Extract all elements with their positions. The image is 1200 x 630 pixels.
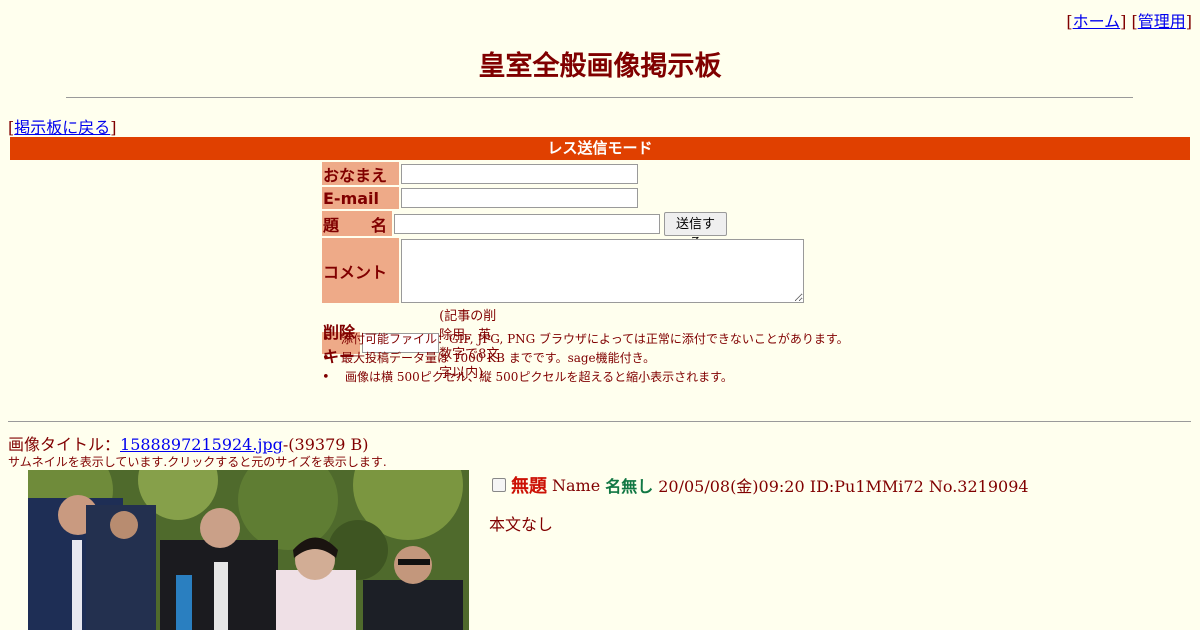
thumbnail-note: サムネイルを表示しています.クリックすると元のサイズを表示します. (8, 455, 387, 469)
subject-row: 題 名 送信する (322, 211, 728, 251)
rule-item: 画像は横 500ピクセル、縦 500ピクセルを超えると縮小表示されます。 (322, 368, 849, 387)
name-row: おなまえ (322, 162, 638, 185)
comment-label: コメント (322, 238, 399, 303)
divider (8, 421, 1191, 422)
rule-item: 最大投稿データ量は 1000 KB までです。sage機能付き。 (322, 349, 849, 368)
email-field[interactable] (401, 188, 638, 208)
rule-item: 添付可能ファイル：GIF, JPG, PNG ブラウザによっては正常に添付できな… (322, 330, 849, 349)
back-to-board-link[interactable]: 掲示板に戻る (14, 118, 110, 137)
post-body: 本文なし (489, 515, 554, 534)
image-file-link[interactable]: 1588897215924.jpg (120, 435, 283, 454)
subject-label: 題 名 (322, 211, 393, 236)
thumbnail-photo (28, 470, 469, 630)
email-label: E-mail (322, 187, 399, 209)
email-row: E-mail (322, 187, 638, 209)
name-field[interactable] (401, 163, 638, 184)
image-title-prefix: 画像タイトル： (8, 435, 121, 454)
page-title: 皇室全般画像掲示板 (478, 51, 722, 82)
comment-row: コメント (322, 238, 804, 303)
divider (66, 97, 1133, 98)
post-meta: 20/05/08(金)09:20 ID:Pu1MMi72 No.3219094 (658, 477, 1029, 496)
name-label: おなまえ (322, 162, 399, 185)
reply-mode-bar: レス送信モード (10, 137, 1190, 160)
image-file-size: -(39379 B) (282, 435, 369, 454)
post-name-label: Name (552, 475, 601, 495)
post-header: 無題 Name 名無し 20/05/08(金)09:20 ID:Pu1MMi72… (492, 472, 1029, 498)
home-link[interactable]: ホーム (1073, 12, 1121, 31)
top-nav: [ホーム] [管理用] (1066, 12, 1192, 31)
post-thumbnail-image[interactable] (28, 470, 469, 630)
comment-textarea[interactable] (401, 238, 804, 303)
upload-rules: 添付可能ファイル：GIF, JPG, PNG ブラウザによっては正常に添付できな… (322, 330, 849, 387)
post-author-name: 名無し (605, 477, 654, 496)
back-nav: [掲示板に戻る] (8, 118, 117, 137)
admin-link[interactable]: 管理用 (1138, 12, 1186, 31)
submit-button[interactable]: 送信する (663, 211, 728, 251)
post-subject: 無題 (511, 476, 547, 497)
image-title: 画像タイトル：1588897215924.jpg-(39379 B) (8, 431, 369, 455)
post-select-checkbox[interactable] (492, 478, 506, 492)
subject-field[interactable] (394, 213, 660, 234)
